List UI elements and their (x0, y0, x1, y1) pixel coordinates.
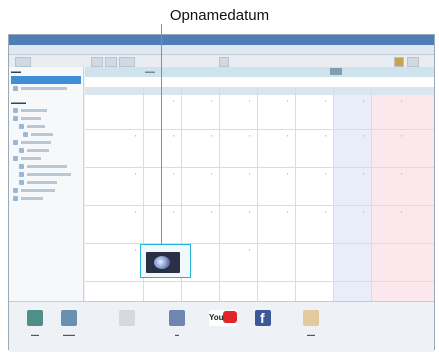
facebook-logo-icon[interactable]: f (255, 310, 271, 326)
save-icon[interactable] (27, 310, 43, 326)
toolbar-button-3[interactable] (105, 57, 117, 67)
sunday-column (371, 95, 434, 301)
menu-bar: ▬▬▬ ▬▬▬ ▬▬ ▬▬▬ ▬▬ ▬▬ (9, 45, 434, 60)
month-label: ▬▬ (145, 69, 155, 75)
calendar-header: ▬▬ (85, 67, 434, 77)
toolbar-button-6[interactable] (394, 57, 404, 67)
sidebar-item[interactable] (19, 124, 81, 129)
toolbar-button-7[interactable] (407, 57, 419, 67)
weekday-header-row (85, 87, 434, 95)
sidebar-item[interactable] (13, 188, 75, 193)
sidebar-item[interactable] (19, 164, 81, 169)
disc-icon[interactable] (119, 310, 135, 326)
toolbar-button-5[interactable] (219, 57, 229, 67)
sidebar-item[interactable] (13, 196, 75, 201)
saturday-column (333, 95, 371, 301)
callout-leader-line (161, 24, 162, 250)
toolbar (9, 55, 434, 67)
youtube-logo-icon[interactable]: You (209, 310, 237, 326)
sidebar-item[interactable] (13, 140, 75, 145)
sidebar-item[interactable] (13, 108, 75, 113)
bottom-toolbar: ▬▬ ▬▬▬ ▬ You f ▬▬ (9, 301, 434, 352)
sidebar-item[interactable] (13, 116, 75, 121)
callout-label: Opnamedatum (169, 7, 270, 24)
sidebar-item[interactable] (23, 132, 85, 137)
toolbar-button-4[interactable] (119, 57, 135, 67)
toolbar-button-2[interactable] (91, 57, 103, 67)
upload-icon[interactable] (169, 310, 185, 326)
thumbnail-image[interactable] (146, 252, 180, 273)
calendar-view: ▬▬ ▪ ▪ ▪ ▪ ▪ ▪ ▪ ▪ ▪ ▪ ▪ ▪ ▪ ▪ ▪ ▪ ▪ ▪ ▪… (85, 67, 434, 301)
sidebar: ▬▬ ▬▬▬ (9, 67, 84, 301)
import-icon[interactable] (61, 310, 77, 326)
year-label (330, 68, 342, 75)
callout: Opnamedatum (0, 0, 439, 30)
sidebar-heading-2: ▬▬▬ (11, 100, 26, 106)
sidebar-item[interactable] (19, 180, 81, 185)
calendar-filter-row (85, 77, 434, 86)
sidebar-heading-1: ▬▬ (11, 69, 21, 75)
app-window: ▬▬▬ ▬▬▬ ▬▬ ▬▬▬ ▬▬ ▬▬ ▬▬ ▬▬▬ ▬▬ (8, 34, 435, 352)
sidebar-item[interactable] (13, 156, 75, 161)
sidebar-item[interactable] (19, 172, 81, 177)
sidebar-item[interactable] (19, 148, 81, 153)
title-bar (9, 35, 434, 45)
toolbar-button-1[interactable] (15, 57, 31, 67)
sidebar-item[interactable] (13, 86, 75, 91)
sidebar-item-selected[interactable] (11, 76, 81, 84)
document-icon[interactable] (303, 310, 319, 326)
